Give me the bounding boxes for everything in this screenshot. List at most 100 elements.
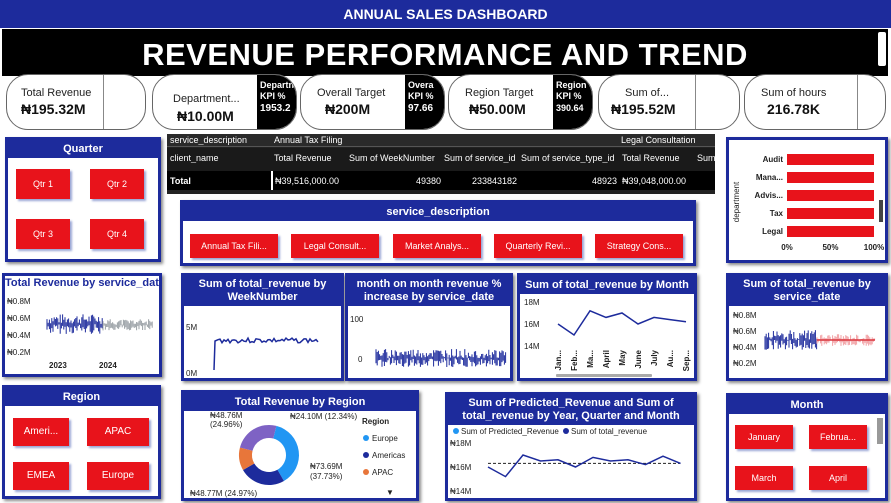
quarter-slicer: Quarter Qtr 1 Qtr 2 Qtr 3 Qtr 4 [5, 137, 161, 262]
legend-marker [363, 469, 369, 475]
slicer-january[interactable]: January [735, 425, 793, 449]
kpi-overall-target: Overall Target ₦200M Overa KPI % 97.66 [300, 74, 445, 130]
slicer-qtr-2[interactable]: Qtr 2 [90, 169, 144, 199]
legend-label: Sum of Predicted_Revenue [461, 427, 559, 436]
slicer-qtr-4[interactable]: Qtr 4 [90, 219, 144, 249]
legend-scroll-arrow: ▼ [386, 488, 394, 497]
region-slicer: Region Ameri... APAC EMEA Europe [2, 385, 161, 499]
dept-bar [787, 226, 874, 237]
slicer-march[interactable]: March [735, 466, 793, 490]
kpi-side-label: KPI % [408, 91, 434, 101]
x-tick-label: April [602, 350, 611, 368]
matrix-table: service_description Annual Tax Filing Le… [167, 134, 715, 194]
x-tick-label: Sep... [682, 350, 691, 371]
slicer-qtr-3[interactable]: Qtr 3 [16, 219, 70, 249]
chart-title: Sum of Predicted_Revenue and Sum of tota… [448, 395, 694, 425]
page-banner: REVENUE PERFORMANCE AND TREND [2, 29, 888, 76]
y-tick-label: ₦0.6M [7, 314, 31, 323]
kpi-value: ₦195.32M [21, 101, 86, 117]
y-tick-label: ₦0.4M [733, 343, 757, 352]
kpi-side-label: KPI % [260, 91, 286, 101]
slicer-february[interactable]: Februa... [809, 425, 867, 449]
dept-tick-label: 100% [864, 243, 884, 252]
week-cell: 49380 [415, 176, 441, 186]
column-header[interactable]: Sum of WeekNumber [349, 153, 443, 163]
slicer-strategy-consulting[interactable]: Strategy Cons... [595, 234, 683, 258]
slicer-april[interactable]: April [809, 466, 867, 490]
column-header[interactable]: Sum of service_type_id [521, 153, 619, 163]
column-header[interactable]: client_name [170, 153, 270, 163]
y-tick-label: ₦0.2M [7, 348, 31, 357]
revenue-band [764, 330, 818, 350]
kpi-side-overall: Overa KPI % 97.66 [405, 75, 444, 129]
slicer-legal-consultation[interactable]: Legal Consult... [291, 234, 379, 258]
dept-axis-label: department [732, 181, 741, 222]
chart-title: Total Revenue by Region [184, 393, 416, 411]
y-tick-label: ₦0.8M [7, 297, 31, 306]
kpi-side-label: Overa [408, 80, 434, 90]
x-tick-label: 2024 [99, 361, 117, 370]
predicted-chart: Sum of Predicted_Revenue Sum of total_rev… [450, 427, 681, 496]
chart-title: month on month revenue % increase by ser… [348, 276, 510, 306]
kpi-total-revenue: Total Revenue ₦195.32M [6, 74, 146, 130]
chart-title: Total Revenue by service_date [5, 277, 161, 289]
column-header[interactable]: Total Revenue [274, 153, 350, 163]
x-tick-label: July [650, 349, 659, 366]
region-donut-panel: Total Revenue by Region ₦48.76M (24.96%) ₦… [181, 390, 419, 501]
legend-marker [363, 435, 369, 441]
revenue-band [46, 314, 103, 334]
dept-tick-label: 0% [781, 243, 793, 252]
slicer-emea[interactable]: EMEA [13, 462, 69, 490]
banner-scrollbar[interactable] [878, 32, 886, 66]
monthly-revenue-line [557, 309, 687, 337]
legend-label: Americas [372, 451, 405, 460]
group-header-legal: Legal Consultation [621, 135, 696, 145]
column-header[interactable]: Total Revenue [622, 153, 696, 163]
kpi-row: Total Revenue ₦195.32M Department... ₦10… [0, 74, 891, 132]
dept-bar [787, 154, 874, 165]
kpi-sum-of-hours: Sum of hours 216.78K [744, 74, 886, 130]
rev-month-panel: Sum of total_revenue by Month 18M 16M 14M J… [517, 273, 697, 381]
y-tick-label: ₦0.8M [733, 311, 757, 320]
chart-title: Sum of total_revenue by WeekNumber [184, 276, 341, 306]
rev-service-date-right-panel: Sum of total_revenue by service_date ₦0.… [726, 273, 888, 381]
dept-bar [787, 208, 874, 219]
kpi-region-target: Region Target ₦50.00M Region KPI % 390.6… [448, 74, 593, 130]
slicer-qtr-1[interactable]: Qtr 1 [16, 169, 70, 199]
x-tick-label: Jan... [554, 350, 563, 370]
column-header[interactable]: Sum of service_id [444, 153, 520, 163]
total-label: Total [170, 176, 191, 186]
slicer-americas[interactable]: Ameri... [13, 418, 69, 446]
dept-scrollbar [879, 200, 883, 222]
slicer-quarterly-review[interactable]: Quarterly Revi... [494, 234, 582, 258]
mom-chart: 100 0 [350, 315, 507, 367]
y-tick-label: 0 [358, 355, 363, 364]
legend-marker [563, 428, 569, 434]
y-tick-label: ₦18M [450, 439, 472, 448]
kpi-divider [857, 75, 858, 129]
column-header[interactable]: Sum [697, 153, 715, 163]
chart-title: Sum of total_revenue by service_date [729, 276, 885, 306]
revenue-band-faded [102, 319, 153, 331]
dept-tick-label: 50% [822, 243, 838, 252]
rev-service-date-right-chart: ₦0.8M ₦0.6M ₦0.4M ₦0.2M [733, 311, 876, 368]
slicer-annual-tax-filing[interactable]: Annual Tax Fili... [190, 234, 278, 258]
data-label: ₦48.77M (24.97%) [190, 489, 257, 498]
kpi-divider [695, 75, 696, 129]
kpi-side-label: Region [556, 80, 587, 90]
slicer-market-analysis[interactable]: Market Analys... [393, 234, 481, 258]
kpi-side-department: Departn KPI % 1953.2 [257, 75, 296, 129]
slicer-apac[interactable]: APAC [87, 418, 149, 446]
slicer-europe[interactable]: Europe [87, 462, 149, 490]
donut-slice [239, 425, 277, 451]
data-label: (37.73%) [310, 472, 343, 481]
x-tick-label: May [618, 349, 627, 365]
kpi-side-label: KPI % [556, 91, 582, 101]
legend-label: Europe [372, 434, 398, 443]
department-chart-panel: department Audit Mana... Advis... Tax Legal 0%… [726, 137, 888, 263]
y-tick-label: ₦0.2M [733, 359, 757, 368]
x-tick-label: Feb... [570, 350, 579, 371]
legend-marker [363, 452, 369, 458]
month-slicer-scrollbar[interactable] [877, 418, 883, 444]
kpi-sum-of: Sum of... ₦195.52M [598, 74, 740, 130]
